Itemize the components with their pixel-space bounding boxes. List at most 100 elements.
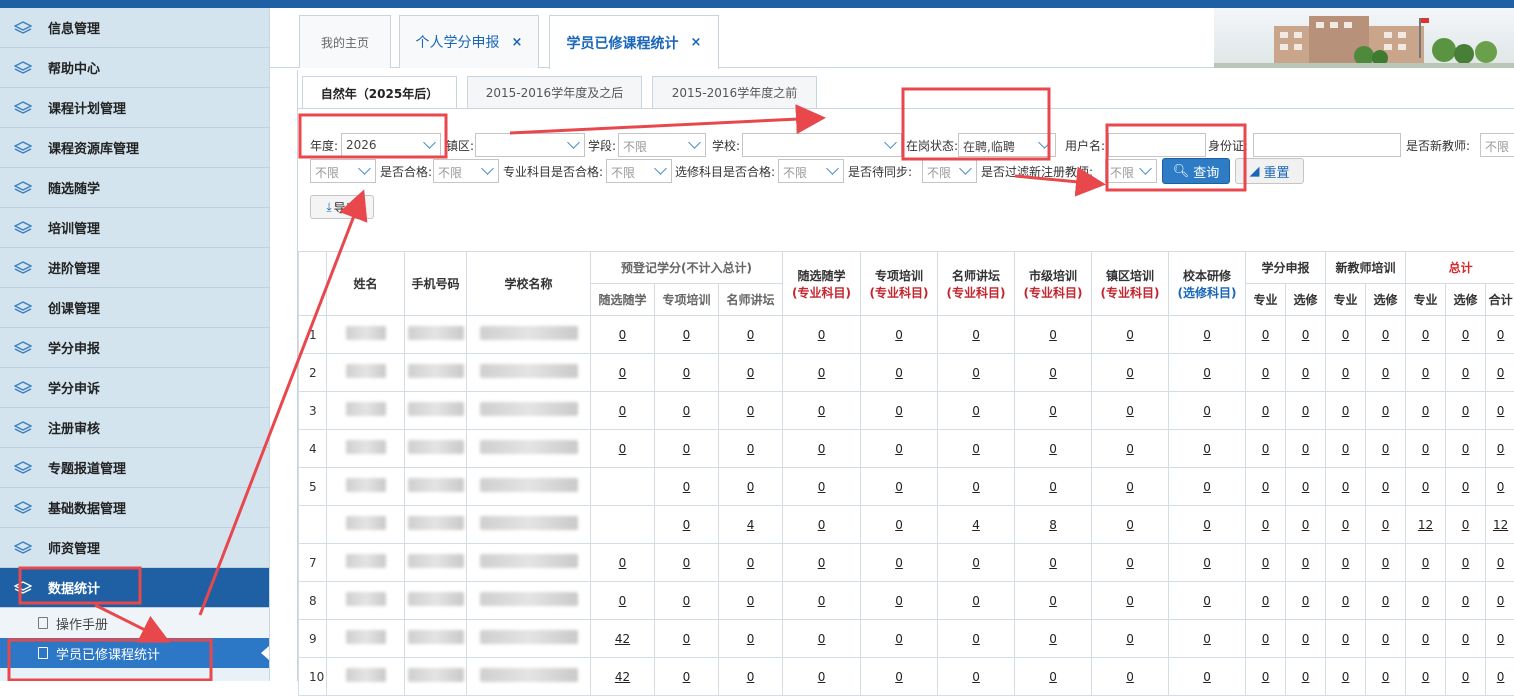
cell-value[interactable]: 0 [1246, 658, 1286, 696]
subtab-natural-year[interactable]: 自然年（2025年后） [302, 76, 457, 109]
cell-value[interactable]: 0 [719, 354, 783, 392]
cell-value[interactable]: 0 [938, 658, 1015, 696]
sidebar-item[interactable]: 培训管理 [0, 208, 269, 248]
cell-value[interactable]: 0 [1446, 468, 1486, 506]
cell-value[interactable]: 0 [719, 468, 783, 506]
cell-value[interactable]: 0 [1406, 468, 1446, 506]
cell-value[interactable]: 0 [1326, 316, 1366, 354]
cell-value[interactable]: 0 [719, 620, 783, 658]
cell-value[interactable]: 0 [1286, 620, 1326, 658]
cell-value[interactable]: 0 [655, 430, 719, 468]
cell-value[interactable]: 12 [1486, 506, 1514, 544]
cell-value[interactable]: 0 [861, 430, 938, 468]
subtab-before-2015[interactable]: 2015-2016学年度之前 [652, 76, 817, 108]
cell-value[interactable]: 0 [1246, 354, 1286, 392]
sidebar-item[interactable]: 帮助中心 [0, 48, 269, 88]
cell-value[interactable]: 0 [1326, 544, 1366, 582]
cell-value[interactable]: 8 [1015, 506, 1092, 544]
cell-value[interactable]: 0 [1169, 430, 1246, 468]
sidebar-item[interactable]: 学分申诉 [0, 368, 269, 408]
district-select[interactable] [475, 133, 585, 157]
cell-value[interactable]: 0 [783, 354, 861, 392]
cell-value[interactable]: 0 [1326, 582, 1366, 620]
cell-value[interactable]: 0 [1015, 316, 1092, 354]
cell-value[interactable]: 0 [1406, 544, 1446, 582]
cell-value[interactable]: 0 [783, 582, 861, 620]
cell-value[interactable]: 0 [1015, 354, 1092, 392]
cell-value[interactable]: 0 [861, 620, 938, 658]
cell-value[interactable]: 0 [1446, 430, 1486, 468]
cell-value[interactable]: 0 [1092, 392, 1169, 430]
cell-value[interactable]: 0 [1092, 658, 1169, 696]
cell-value[interactable]: 0 [783, 316, 861, 354]
cell-value[interactable]: 0 [783, 392, 861, 430]
cell-value[interactable]: 0 [938, 620, 1015, 658]
cell-value[interactable]: 0 [1486, 354, 1514, 392]
cell-value[interactable]: 0 [1286, 544, 1326, 582]
cell-value[interactable]: 0 [719, 430, 783, 468]
cell-value[interactable]: 0 [1486, 620, 1514, 658]
cell-value[interactable]: 0 [1406, 620, 1446, 658]
cell-value[interactable]: 0 [783, 468, 861, 506]
cell-value[interactable]: 0 [591, 582, 655, 620]
status-select[interactable]: 在聘,临聘 [958, 133, 1056, 157]
cell-value[interactable]: 0 [1486, 468, 1514, 506]
cell-value[interactable]: 42 [591, 658, 655, 696]
cell-value[interactable]: 0 [1015, 430, 1092, 468]
cell-value[interactable]: 0 [1246, 544, 1286, 582]
cell-value[interactable] [591, 506, 655, 544]
cell-value[interactable]: 0 [938, 316, 1015, 354]
cell-value[interactable]: 0 [1326, 620, 1366, 658]
row2-first-select[interactable]: 不限 [310, 159, 376, 183]
filter-new-select[interactable]: 不限 [1105, 159, 1157, 183]
cell-value[interactable]: 0 [719, 544, 783, 582]
sidebar-item[interactable]: 师资管理 [0, 528, 269, 568]
cell-value[interactable]: 0 [1326, 354, 1366, 392]
cell-value[interactable]: 0 [1486, 582, 1514, 620]
cell-value[interactable]: 0 [861, 544, 938, 582]
close-icon[interactable]: × [512, 35, 523, 50]
cell-value[interactable]: 0 [1406, 582, 1446, 620]
cell-value[interactable]: 0 [1446, 392, 1486, 430]
tab-credit-report[interactable]: 个人学分申报× [399, 15, 539, 68]
sidebar-item[interactable]: 信息管理 [0, 8, 269, 48]
cell-value[interactable]: 0 [861, 658, 938, 696]
tab-home[interactable]: 我的主页 [299, 15, 391, 68]
cell-value[interactable]: 0 [655, 506, 719, 544]
cell-value[interactable]: 0 [1015, 468, 1092, 506]
cell-value[interactable]: 0 [861, 354, 938, 392]
cell-value[interactable]: 0 [655, 544, 719, 582]
cell-value[interactable]: 0 [1169, 392, 1246, 430]
cell-value[interactable]: 0 [655, 316, 719, 354]
year-select[interactable]: 2026 [341, 133, 441, 157]
cell-value[interactable]: 0 [1406, 392, 1446, 430]
cell-value[interactable]: 0 [655, 658, 719, 696]
cell-value[interactable]: 0 [783, 620, 861, 658]
cell-value[interactable]: 0 [719, 392, 783, 430]
major-qualified-select[interactable]: 不限 [606, 159, 672, 183]
cell-value[interactable]: 0 [1015, 544, 1092, 582]
newteacher-select[interactable]: 不限 [1480, 133, 1514, 157]
tab-course-stats[interactable]: 学员已修课程统计× [549, 15, 719, 69]
cell-value[interactable]: 0 [1246, 582, 1286, 620]
cell-value[interactable]: 0 [1366, 506, 1406, 544]
idcard-input[interactable] [1253, 133, 1401, 157]
cell-value[interactable]: 0 [783, 658, 861, 696]
username-input[interactable] [1108, 133, 1206, 157]
cell-value[interactable]: 0 [1486, 392, 1514, 430]
cell-value[interactable]: 0 [655, 582, 719, 620]
cell-value[interactable]: 0 [1286, 506, 1326, 544]
cell-value[interactable]: 0 [1366, 392, 1406, 430]
cell-value[interactable]: 0 [1092, 354, 1169, 392]
sidebar-item[interactable]: 基础数据管理 [0, 488, 269, 528]
cell-value[interactable]: 0 [1486, 658, 1514, 696]
sidebar-subitem[interactable]: 学员已修课程统计 [0, 638, 269, 668]
cell-value[interactable]: 0 [1286, 582, 1326, 620]
cell-value[interactable]: 0 [1092, 620, 1169, 658]
cell-value[interactable]: 0 [1366, 468, 1406, 506]
cell-value[interactable]: 0 [719, 582, 783, 620]
cell-value[interactable]: 0 [861, 582, 938, 620]
cell-value[interactable]: 0 [1169, 582, 1246, 620]
cell-value[interactable]: 0 [1326, 430, 1366, 468]
cell-value[interactable]: 0 [1015, 392, 1092, 430]
